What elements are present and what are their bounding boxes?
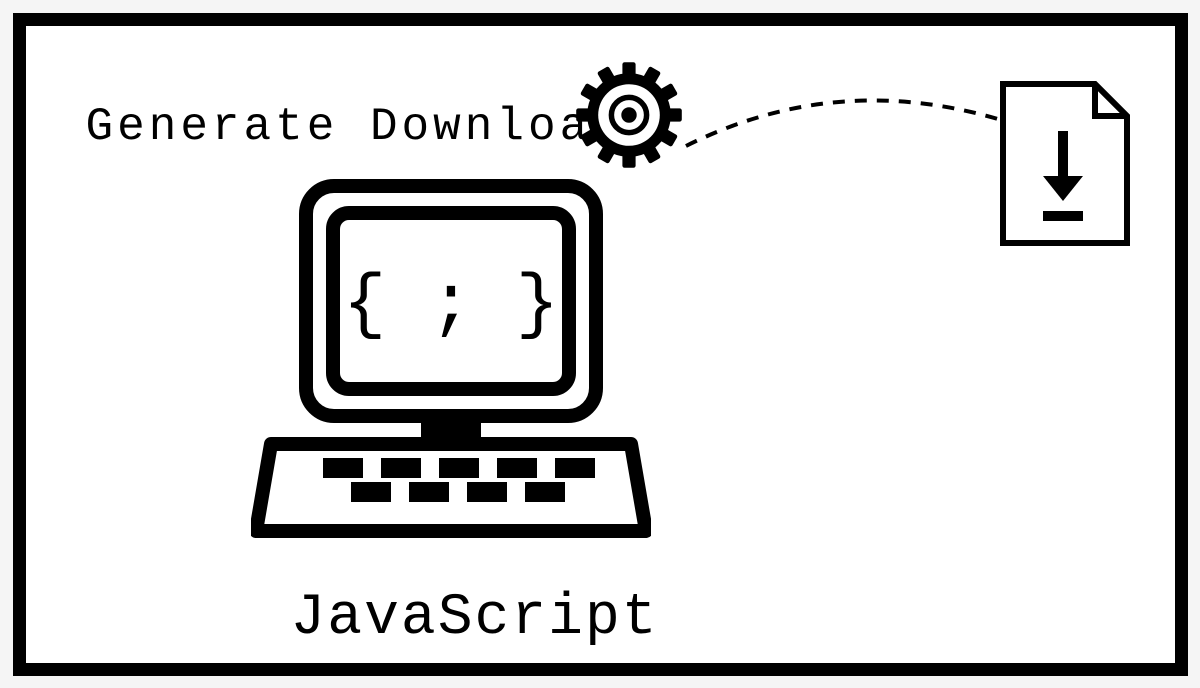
title-text: Generate Download	[86, 101, 623, 153]
laptop-icon: { ; }	[251, 166, 651, 566]
laptop-label: JavaScript	[291, 586, 659, 651]
screen-code: { ; }	[342, 264, 558, 346]
diagram-frame: Generate Download	[13, 13, 1188, 676]
file-download-icon	[995, 76, 1135, 251]
